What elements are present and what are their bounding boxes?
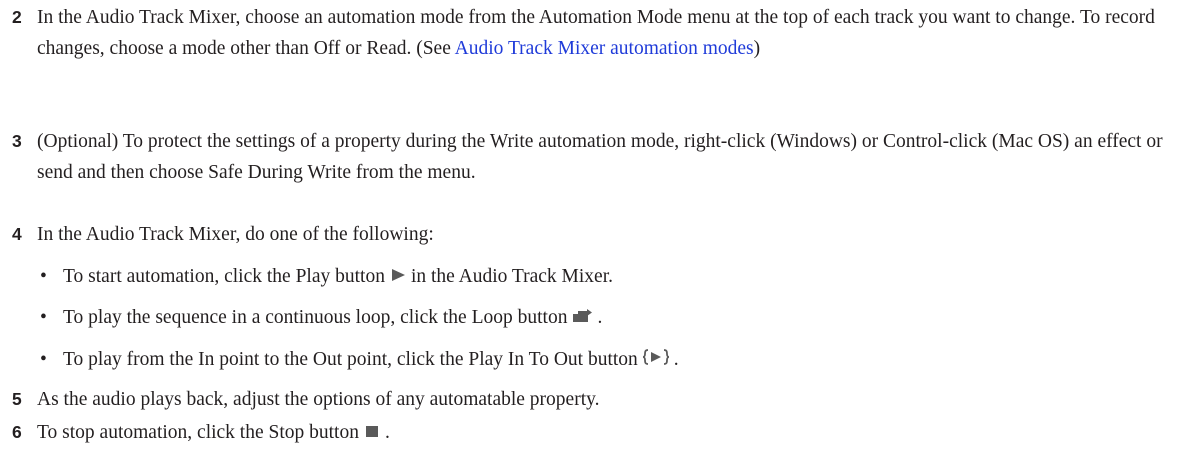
audio-track-mixer-automation-modes-link[interactable]: Audio Track Mixer automation modes [455,38,754,59]
bullet-text: To start automation, click the Play butt… [63,261,613,293]
procedure-steps: 2 In the Audio Track Mixer, choose an au… [0,0,1201,452]
bullet-marker: • [40,266,47,287]
step-text-close: ) [753,38,761,59]
bullet-text-after: in the Audio Track Mixer. [410,266,613,287]
step-text: In the Audio Track Mixer, do one of the … [37,224,434,245]
bullet-text-before: To play from the In point to the Out poi… [63,349,638,370]
bullet-play-in-to-out: • To play from the In point to the Out p… [0,344,1195,376]
bullet-marker: • [40,349,47,370]
bullet-text-before: To start automation, click the Play butt… [63,266,385,287]
step-number: 5 [12,389,22,409]
loop-icon [571,303,593,334]
bullet-text-after: . [673,349,679,370]
stop-icon [363,418,381,449]
bullet-text-after: . [597,307,603,328]
step-3: 3 (Optional) To protect the settings of … [0,126,1195,188]
step-text: (Optional) To protect the settings of a … [37,131,1163,183]
step-5: 5 As the audio plays back, adjust the op… [0,384,1195,415]
step-number: 3 [12,131,22,151]
step-text-before: To stop automation, click the Stop butto… [37,422,359,443]
play-in-to-out-icon [642,345,670,376]
step-text-after: . [384,422,390,443]
step-6: 6 To stop automation, click the Stop but… [0,417,1195,449]
bullet-text-before: To play the sequence in a continuous loo… [63,307,568,328]
step-number: 2 [12,7,22,27]
play-icon [389,262,407,293]
step-4: 4 In the Audio Track Mixer, do one of th… [0,219,1195,250]
step-2: 2 In the Audio Track Mixer, choose an au… [0,2,1195,64]
bullet-marker: • [40,307,47,328]
step-text: As the audio plays back, adjust the opti… [37,389,600,410]
step-text: To stop automation, click the Stop butto… [37,417,390,449]
step-text: In the Audio Track Mixer, choose an auto… [37,2,1195,64]
bullet-text: To play from the In point to the Out poi… [63,344,679,376]
bullet-loop: • To play the sequence in a continuous l… [0,302,1195,334]
bullet-play: • To start automation, click the Play bu… [0,261,1195,293]
step-number: 6 [12,422,22,442]
bullet-text: To play the sequence in a continuous loo… [63,302,602,334]
step-number: 4 [12,224,22,244]
